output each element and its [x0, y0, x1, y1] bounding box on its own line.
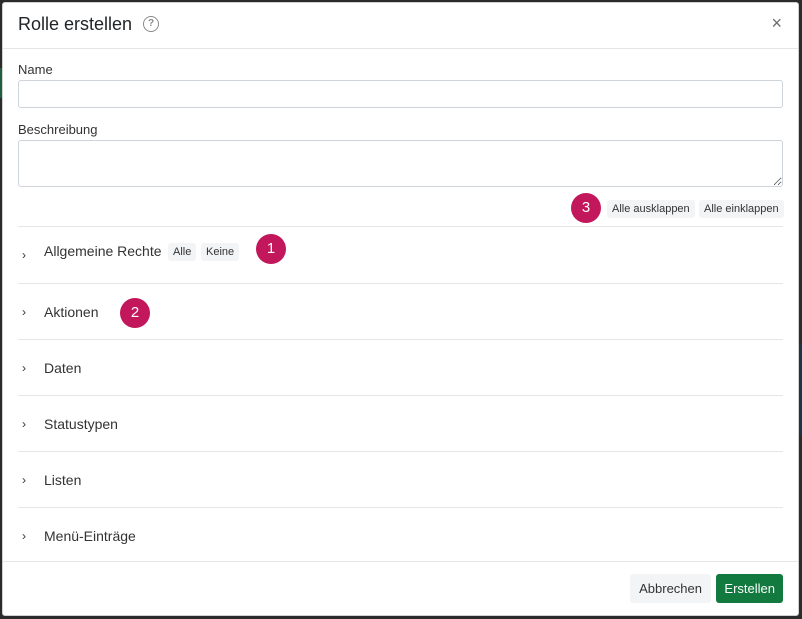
- create-role-dialog: Rolle erstellen ? × Name Beschreibung 3 …: [2, 2, 799, 616]
- select-all-button[interactable]: Alle: [168, 243, 197, 261]
- select-none-button[interactable]: Keine: [201, 243, 240, 261]
- annotation-badge-2: 2: [120, 298, 150, 328]
- description-label: Beschreibung: [18, 122, 98, 137]
- section-label: Aktionen: [44, 304, 99, 320]
- section-menue-eintraege[interactable]: › Menü-Einträge: [18, 508, 783, 564]
- annotation-badge-1: 1: [256, 234, 286, 264]
- section-aktionen[interactable]: › Aktionen 2: [18, 284, 783, 340]
- section-label: Menü-Einträge: [44, 528, 136, 544]
- collapse-all-button[interactable]: Alle einklappen: [699, 200, 784, 218]
- close-icon[interactable]: ×: [771, 13, 782, 33]
- name-input[interactable]: [18, 80, 783, 108]
- section-listen[interactable]: › Listen: [18, 452, 783, 508]
- chevron-right-icon: ›: [22, 417, 26, 431]
- chevron-right-icon: ›: [22, 248, 26, 262]
- section-statustypen[interactable]: › Statustypen: [18, 396, 783, 452]
- chevron-right-icon: ›: [22, 529, 26, 543]
- chevron-right-icon: ›: [22, 305, 26, 319]
- cancel-button[interactable]: Abbrechen: [630, 574, 711, 603]
- section-label: Daten: [44, 360, 82, 376]
- help-icon[interactable]: ?: [143, 16, 159, 32]
- create-button[interactable]: Erstellen: [716, 574, 783, 603]
- expand-all-button[interactable]: Alle ausklappen: [607, 200, 695, 218]
- section-allgemeine-rechte[interactable]: › Allgemeine Rechte Alle Keine 1: [18, 227, 783, 283]
- description-textarea[interactable]: [18, 140, 783, 187]
- chevron-right-icon: ›: [22, 361, 26, 375]
- name-label: Name: [18, 62, 53, 77]
- dialog-footer: Abbrechen Erstellen: [3, 561, 798, 615]
- dialog-title: Rolle erstellen: [18, 14, 133, 34]
- annotation-badge-3: 3: [571, 193, 601, 223]
- chevron-right-icon: ›: [22, 473, 26, 487]
- section-label: Listen: [44, 472, 82, 488]
- dialog-header: Rolle erstellen ? ×: [3, 3, 798, 49]
- section-label: Statustypen: [44, 416, 118, 432]
- section-label: Allgemeine Rechte: [44, 243, 162, 259]
- section-daten[interactable]: › Daten: [18, 340, 783, 396]
